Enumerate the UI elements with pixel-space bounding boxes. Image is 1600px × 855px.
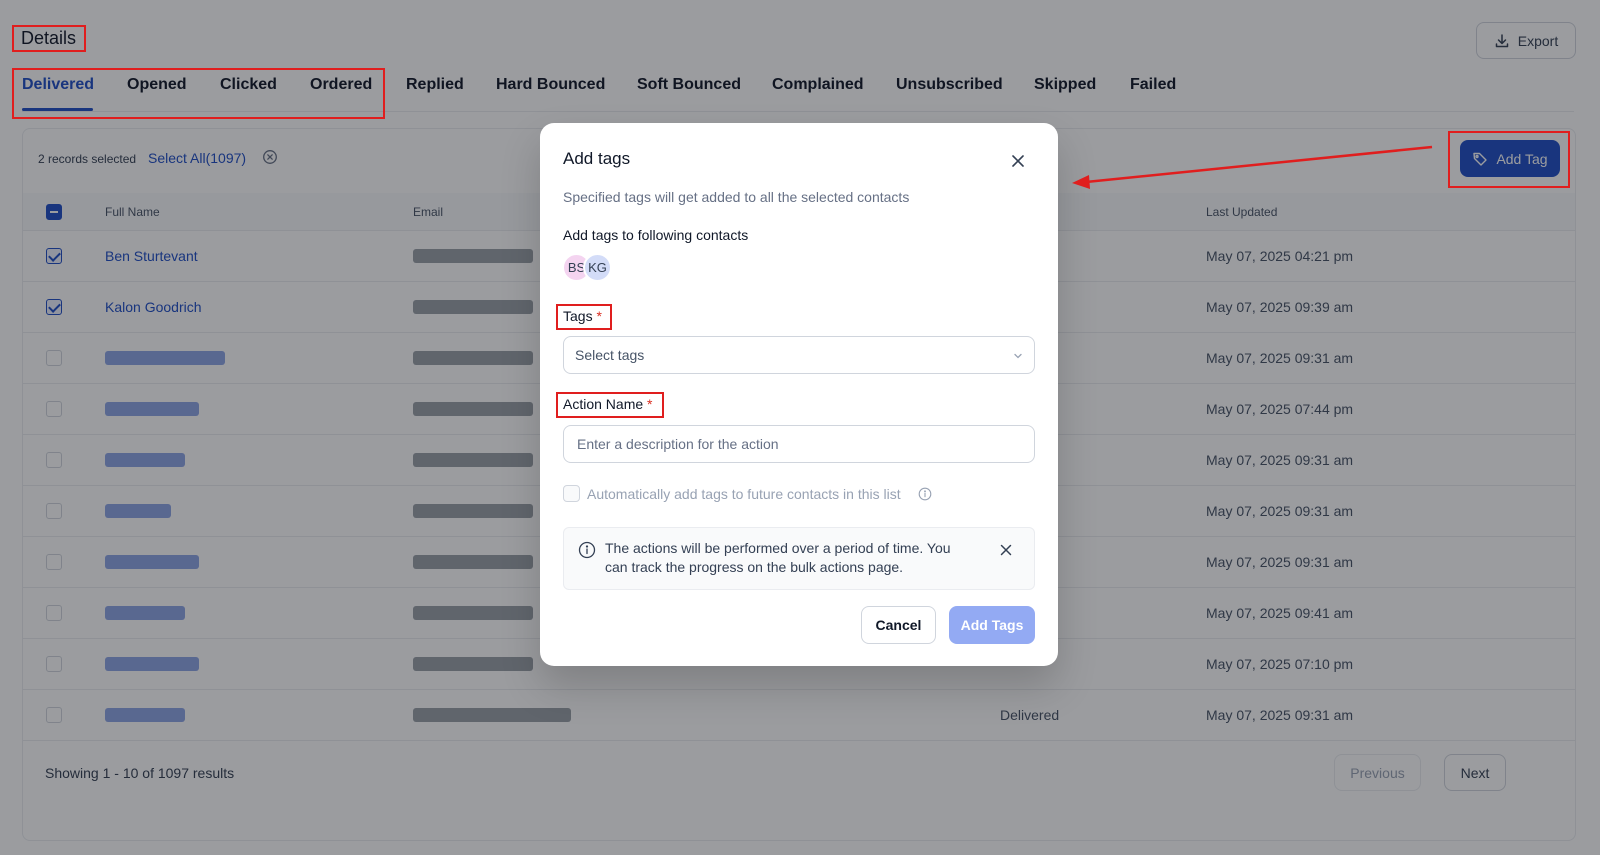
cancel-button[interactable]: Cancel — [861, 606, 936, 644]
auto-add-label: Automatically add tags to future contact… — [587, 486, 901, 502]
page: Details Export Delivered Opened Clicked … — [0, 0, 1600, 855]
info-icon[interactable] — [918, 487, 932, 501]
close-icon[interactable] — [1010, 153, 1026, 169]
add-tags-submit-button[interactable]: Add Tags — [949, 606, 1035, 644]
action-name-label: Action Name * — [563, 396, 653, 412]
chevron-down-icon — [1014, 353, 1022, 359]
tags-select-placeholder: Select tags — [575, 347, 645, 363]
tags-label: Tags * — [563, 308, 602, 324]
auto-add-checkbox[interactable] — [563, 485, 580, 502]
required-mark: * — [647, 396, 653, 412]
required-mark: * — [596, 308, 602, 324]
modal-subtitle: Specified tags will get added to all the… — [563, 189, 910, 205]
action-name-label-text: Action Name — [563, 396, 644, 412]
tags-select[interactable]: Select tags — [563, 336, 1035, 374]
close-notice-icon[interactable] — [1000, 544, 1012, 556]
notice-text: The actions will be performed over a per… — [605, 540, 951, 575]
action-name-input[interactable] — [563, 425, 1035, 463]
contacts-label: Add tags to following contacts — [563, 227, 749, 243]
modal-title: Add tags — [563, 149, 631, 168]
info-notice: The actions will be performed over a per… — [563, 527, 1035, 590]
info-circle-icon — [578, 541, 596, 559]
add-tags-modal: Add tags Specified tags will get added t… — [540, 123, 1058, 666]
tags-label-text: Tags — [563, 308, 593, 324]
avatar: KG — [583, 253, 612, 282]
